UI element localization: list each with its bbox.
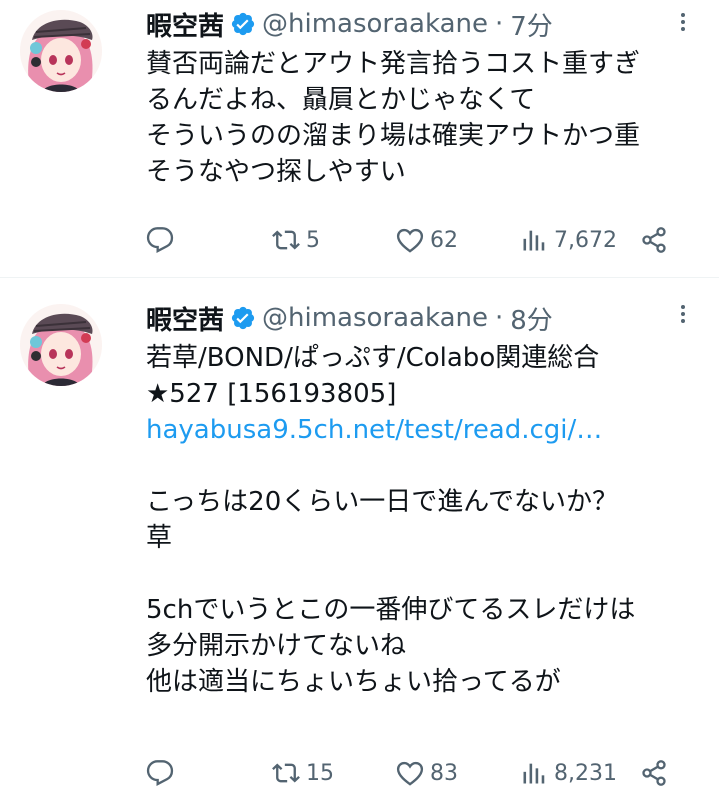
tweet-text: 賛否両論だとアウト発言拾うコスト重すぎ るんだよね、贔屓とかじゃなくて そういう… <box>146 46 706 190</box>
retweet-count: 5 <box>306 227 320 253</box>
tweet-text-line: こっちは20くらい一日で進んでないか？ <box>146 487 618 517</box>
tweet-text: 若草/BOND/ぱっぷす/Colabo関連総合 ★527 [156193805]… <box>146 340 706 700</box>
tweet-text-line: 多分開示かけてないね <box>146 631 407 661</box>
tweet-header: 暇空茜 @himasoraakane · 8分 <box>146 300 553 336</box>
more-options-button[interactable] <box>671 302 695 326</box>
like-count: 83 <box>430 760 458 786</box>
avatar-image <box>20 304 102 386</box>
views-button[interactable]: 8,231 <box>520 753 617 793</box>
share-icon <box>640 226 668 254</box>
tweet-2[interactable]: 暇空茜 @himasoraakane · 8分 若草/BOND/ぱっぷす/Col… <box>0 278 719 807</box>
avatar[interactable] <box>20 304 102 386</box>
verified-badge-icon <box>230 305 256 331</box>
tweet-link[interactable]: hayabusa9.5ch.net/test/read.cgi/… <box>146 412 706 448</box>
tweet-text-line: そういうのの溜まり場は確実アウトかつ重 <box>146 121 641 151</box>
user-handle[interactable]: @himasoraakane <box>262 303 488 333</box>
retweet-icon <box>272 226 300 254</box>
views-icon <box>520 759 548 787</box>
verified-badge-icon <box>230 11 256 37</box>
tweet-text-line: 5chでいうとこの一番伸びてるスレだけは <box>146 595 636 625</box>
reply-icon <box>146 759 174 787</box>
like-count: 62 <box>430 227 458 253</box>
reply-icon <box>146 226 174 254</box>
timestamp[interactable]: 8分 <box>510 300 553 337</box>
display-name[interactable]: 暇空茜 <box>146 300 224 337</box>
retweet-button[interactable]: 5 <box>272 220 320 260</box>
avatar[interactable] <box>20 10 102 92</box>
reply-button[interactable] <box>146 753 180 793</box>
separator-dot: · <box>495 9 504 39</box>
like-icon <box>396 226 424 254</box>
reply-button[interactable] <box>146 220 180 260</box>
view-count: 8,231 <box>554 760 617 786</box>
action-bar: 5 62 7,672 <box>146 220 686 260</box>
share-button[interactable] <box>640 753 668 793</box>
more-icon <box>671 10 695 34</box>
tweet-text-line: 他は適当にちょいちょい拾ってるが <box>146 667 561 697</box>
tweet-text-line: そうなやつ探しやすい <box>146 157 406 187</box>
action-bar: 15 83 8,231 <box>146 753 686 793</box>
retweet-count: 15 <box>306 760 334 786</box>
tweet-text-line: るんだよね、贔屓とかじゃなくて <box>146 85 536 115</box>
views-icon <box>520 226 548 254</box>
views-button[interactable]: 7,672 <box>520 220 617 260</box>
view-count: 7,672 <box>554 227 617 253</box>
avatar-image <box>20 10 102 92</box>
like-icon <box>396 759 424 787</box>
user-handle[interactable]: @himasoraakane <box>262 9 488 39</box>
timestamp[interactable]: 7分 <box>510 6 553 43</box>
tweet-1[interactable]: 暇空茜 @himasoraakane · 7分 賛否両論だとアウト発言拾うコスト… <box>0 0 719 278</box>
retweet-icon <box>272 759 300 787</box>
tweet-text-line: 賛否両論だとアウト発言拾うコスト重すぎ <box>146 49 641 79</box>
more-icon <box>671 302 695 326</box>
tweet-text-line: ★527 [156193805] <box>146 379 397 409</box>
like-button[interactable]: 62 <box>396 220 458 260</box>
share-icon <box>640 759 668 787</box>
tweet-header: 暇空茜 @himasoraakane · 7分 <box>146 6 553 42</box>
display-name[interactable]: 暇空茜 <box>146 6 224 43</box>
tweet-text-line: 若草/BOND/ぱっぷす/Colabo関連総合 <box>146 343 600 373</box>
share-button[interactable] <box>640 220 668 260</box>
tweet-text-line: 草 <box>146 523 173 553</box>
retweet-button[interactable]: 15 <box>272 753 334 793</box>
more-options-button[interactable] <box>671 10 695 34</box>
like-button[interactable]: 83 <box>396 753 458 793</box>
separator-dot: · <box>495 303 504 333</box>
